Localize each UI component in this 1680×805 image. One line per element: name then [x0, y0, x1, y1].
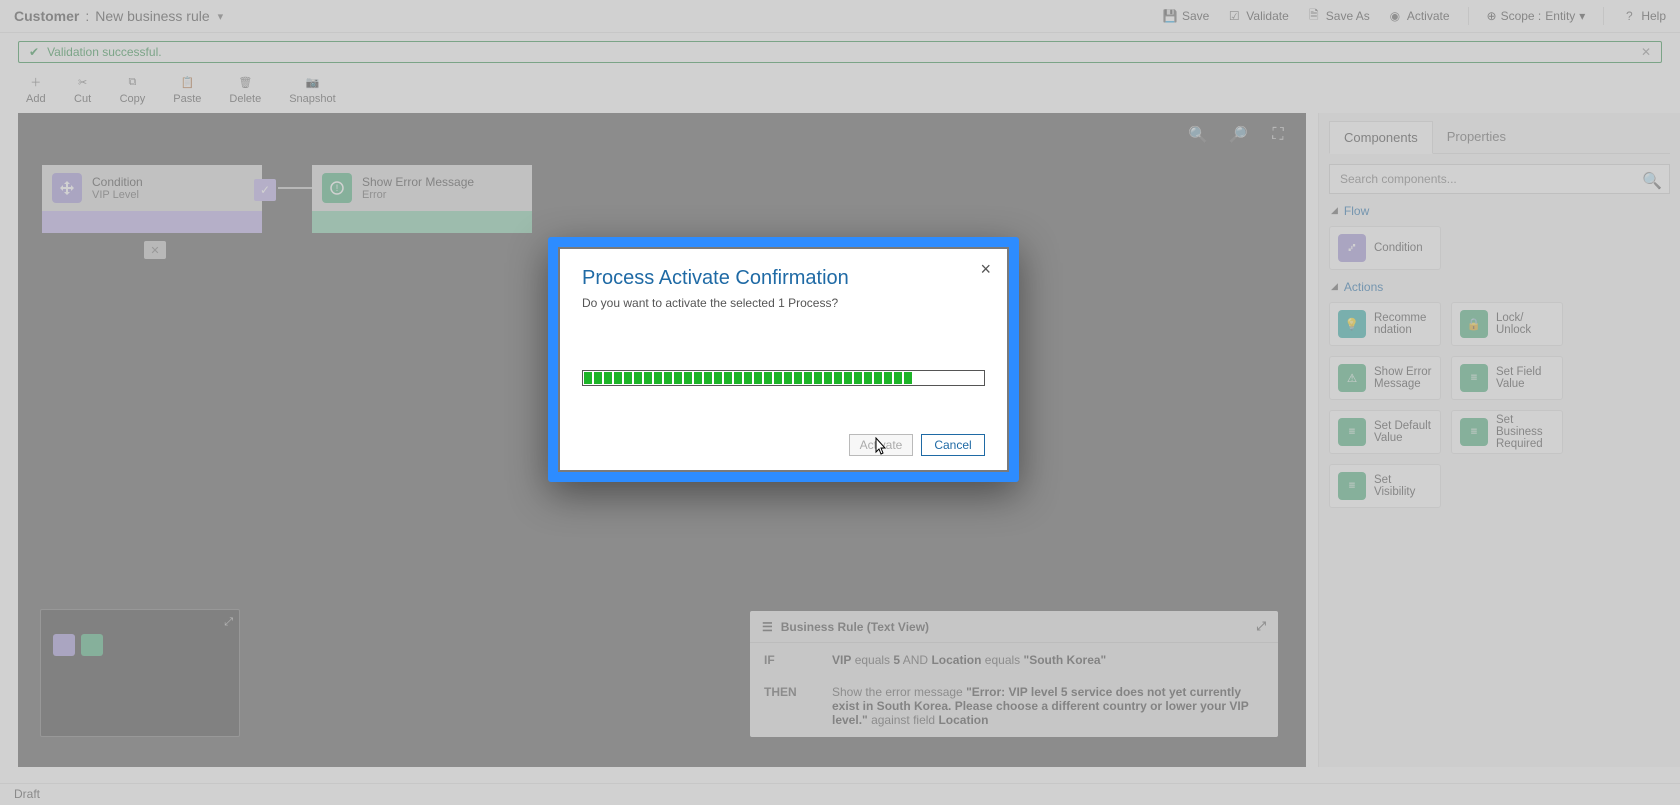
- canvas-toolbar: 🔍 🔎 ⛶: [1188, 125, 1288, 145]
- activate-icon: ◉: [1388, 9, 1402, 23]
- minimap[interactable]: ⤢: [40, 609, 240, 737]
- zoom-out-button[interactable]: 🔎: [1228, 125, 1248, 145]
- expand-icon[interactable]: ⤢: [1256, 619, 1266, 634]
- delete-branch-button[interactable]: ✕: [144, 241, 166, 259]
- error-icon: ⚠: [1338, 364, 1366, 392]
- save-button[interactable]: 💾Save: [1163, 9, 1209, 23]
- snapshot-button[interactable]: 📷Snapshot: [289, 73, 335, 105]
- lock-icon: 🔒: [1460, 310, 1488, 338]
- scope-selector[interactable]: ⊕ Scope : Entity ▾: [1487, 9, 1586, 23]
- actions-section-header[interactable]: Actions: [1331, 280, 1670, 294]
- camera-icon: 📷: [303, 73, 321, 91]
- zoom-in-button[interactable]: 🔍: [1188, 125, 1208, 145]
- visibility-icon: ≡: [1338, 472, 1366, 500]
- dialog-cancel-button[interactable]: Cancel: [921, 434, 985, 456]
- component-lock-unlock[interactable]: 🔒Lock/ Unlock: [1451, 302, 1563, 346]
- help-icon: ?: [1622, 9, 1636, 23]
- textview-icon: ☰: [762, 620, 773, 634]
- component-condition[interactable]: ⑇Condition: [1329, 226, 1441, 270]
- component-set-default-value[interactable]: ≡Set Default Value: [1329, 410, 1441, 454]
- search-components-input[interactable]: [1329, 164, 1670, 194]
- separator: [1468, 7, 1469, 25]
- condition-icon: [52, 173, 82, 203]
- component-set-visibility[interactable]: ≡Set Visibility: [1329, 464, 1441, 508]
- if-label: IF: [764, 653, 824, 667]
- textview-title: Business Rule (Text View): [781, 620, 929, 634]
- validate-icon: ☑: [1227, 9, 1241, 23]
- saveas-icon: 🗎: [1307, 9, 1321, 23]
- cut-button[interactable]: ✂Cut: [74, 73, 92, 105]
- fit-button[interactable]: ⛶: [1268, 125, 1288, 145]
- activate-button[interactable]: ◉Activate: [1388, 9, 1450, 23]
- delete-icon: 🗑: [236, 73, 254, 91]
- minimap-condition-chip: [53, 634, 75, 656]
- text-view-panel: ☰ Business Rule (Text View) ⤢ IF VIP equ…: [750, 611, 1278, 737]
- condition-node[interactable]: Condition VIP Level ✓: [42, 165, 262, 233]
- separator: [1603, 7, 1604, 25]
- paste-icon: 📋: [178, 73, 196, 91]
- flow-section-header[interactable]: Flow: [1331, 204, 1670, 218]
- close-dialog-button[interactable]: ×: [980, 259, 991, 280]
- check-icon: ✓: [254, 179, 276, 201]
- component-set-business-required[interactable]: ≡Set Business Required: [1451, 410, 1563, 454]
- validation-banner: ✔ Validation successful. ✕: [18, 41, 1662, 63]
- tab-components[interactable]: Components: [1329, 121, 1433, 154]
- copy-icon: ⧉: [123, 73, 141, 91]
- rule-name: New business rule: [95, 8, 209, 24]
- plus-icon: ＋: [27, 73, 45, 91]
- node-title: Condition: [92, 175, 143, 189]
- component-show-error[interactable]: ⚠Show Error Message: [1329, 356, 1441, 400]
- svg-text:!: !: [336, 183, 339, 193]
- entity-name: Customer: [14, 8, 79, 24]
- copy-button[interactable]: ⧉Copy: [120, 73, 146, 105]
- cut-icon: ✂: [74, 73, 92, 91]
- node-subtitle: VIP Level: [92, 189, 143, 201]
- status-bar: Draft: [0, 783, 1680, 805]
- side-panel: Components Properties 🔍 Flow ⑇Condition …: [1318, 113, 1680, 767]
- default-icon: ≡: [1338, 418, 1366, 446]
- progress-bar: [582, 370, 985, 386]
- error-action-icon: !: [322, 173, 352, 203]
- title-actions: 💾Save ☑Validate 🗎Save As ◉Activate ⊕ Sco…: [1163, 7, 1666, 25]
- chevron-down-icon: ▾: [1579, 9, 1585, 23]
- validate-button[interactable]: ☑Validate: [1227, 9, 1288, 23]
- save-as-button[interactable]: 🗎Save As: [1307, 9, 1370, 23]
- close-banner-button[interactable]: ✕: [1641, 45, 1651, 59]
- activate-dialog: Process Activate Confirmation Do you wan…: [548, 237, 1019, 482]
- condition-icon: ⑇: [1338, 234, 1366, 262]
- required-icon: ≡: [1460, 418, 1488, 446]
- add-button[interactable]: ＋Add: [26, 73, 46, 105]
- side-tabs: Components Properties: [1329, 121, 1670, 154]
- dialog-subtitle: Do you want to activate the selected 1 P…: [582, 296, 985, 310]
- dialog-activate-button[interactable]: Activate: [849, 434, 913, 456]
- scope-icon: ⊕: [1487, 9, 1497, 23]
- component-set-field-value[interactable]: ≡Set Field Value: [1451, 356, 1563, 400]
- chevron-down-icon[interactable]: ▾: [218, 10, 224, 23]
- node-title: Show Error Message: [362, 175, 474, 189]
- save-icon: 💾: [1163, 9, 1177, 23]
- minimap-action-chip: [81, 634, 103, 656]
- expand-icon[interactable]: ⤢: [224, 616, 233, 629]
- status-text: Draft: [14, 787, 40, 801]
- edit-toolbar: ＋Add ✂Cut ⧉Copy 📋Paste 🗑Delete 📷Snapshot: [0, 63, 1680, 113]
- then-label: THEN: [764, 685, 824, 727]
- delete-button[interactable]: 🗑Delete: [229, 73, 261, 105]
- connector: [278, 187, 312, 189]
- title-bar: Customer: New business rule ▾ 💾Save ☑Val…: [0, 0, 1680, 33]
- validation-message: Validation successful.: [47, 45, 162, 59]
- show-error-node[interactable]: ! Show Error Message Error: [312, 165, 532, 233]
- node-subtitle: Error: [362, 189, 474, 201]
- dialog-title: Process Activate Confirmation: [582, 267, 985, 290]
- then-expression: Show the error message "Error: VIP level…: [832, 685, 1264, 727]
- paste-button[interactable]: 📋Paste: [173, 73, 201, 105]
- field-icon: ≡: [1460, 364, 1488, 392]
- page-title[interactable]: Customer: New business rule ▾: [14, 8, 223, 24]
- help-button[interactable]: ?Help: [1622, 9, 1666, 23]
- component-recommendation[interactable]: 💡Recommendation: [1329, 302, 1441, 346]
- search-icon[interactable]: 🔍: [1642, 171, 1662, 191]
- lightbulb-icon: 💡: [1338, 310, 1366, 338]
- check-icon: ✔: [29, 45, 39, 59]
- tab-properties[interactable]: Properties: [1433, 121, 1520, 153]
- if-expression: VIP equals 5 AND Location equals "South …: [832, 653, 1264, 667]
